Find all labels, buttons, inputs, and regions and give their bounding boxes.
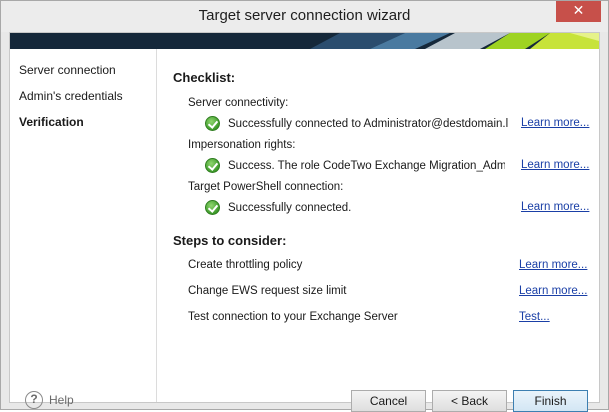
wizard-client-area: Server connection Admin's credentials Ve… xyxy=(9,32,600,412)
checklist-item-label: Target PowerShell connection: xyxy=(188,181,344,193)
help-link[interactable]: ? Help xyxy=(25,390,74,410)
success-check-icon xyxy=(205,200,220,215)
checklist-title: Checklist: xyxy=(173,70,236,85)
checklist-status-text: Successfully connected. xyxy=(228,201,352,214)
sidebar-item-verification[interactable]: Verification xyxy=(19,115,84,129)
header-banner xyxy=(10,33,599,49)
close-button[interactable]: ✕ xyxy=(556,1,601,22)
checklist-status-text: Success. The role CodeTwo Exchange Migra… xyxy=(228,159,505,172)
wizard-window: Target server connection wizard ✕ Server… xyxy=(0,0,609,412)
cancel-button[interactable]: Cancel xyxy=(351,390,426,412)
sidebar-item-admins-credentials[interactable]: Admin's credentials xyxy=(19,89,123,103)
checklist-item-label: Server connectivity: xyxy=(188,97,289,109)
sidebar-item-server-connection[interactable]: Server connection xyxy=(19,63,116,77)
step-label: Change EWS request size limit xyxy=(188,285,347,297)
banner-graphic xyxy=(10,33,599,49)
title-bar[interactable]: Target server connection wizard ✕ xyxy=(1,1,608,32)
sidebar: Server connection Admin's credentials Ve… xyxy=(10,49,157,409)
learn-more-link[interactable]: Learn more... xyxy=(519,259,587,271)
learn-more-link[interactable]: Learn more... xyxy=(519,285,587,297)
steps-title: Steps to consider: xyxy=(173,233,287,248)
learn-more-link[interactable]: Learn more... xyxy=(521,159,589,171)
window-title: Target server connection wizard xyxy=(198,7,411,24)
learn-more-link[interactable]: Learn more... xyxy=(521,117,589,129)
checklist-item-label: Impersonation rights: xyxy=(188,139,296,151)
test-connection-link[interactable]: Test... xyxy=(519,311,550,323)
success-check-icon xyxy=(205,116,220,131)
finish-button[interactable]: Finish xyxy=(513,390,588,412)
success-check-icon xyxy=(205,158,220,173)
close-icon: ✕ xyxy=(572,3,585,19)
checklist-status-row: Successfully connected. xyxy=(205,199,508,216)
checklist-status-text: Successfully connected to Administrator@… xyxy=(228,117,508,130)
help-label: Help xyxy=(49,393,74,407)
step-label: Test connection to your Exchange Server xyxy=(188,311,398,323)
main-panel: Checklist: Server connectivity: Successf… xyxy=(158,49,599,412)
checklist-status-row: Success. The role CodeTwo Exchange Migra… xyxy=(205,157,505,174)
learn-more-link[interactable]: Learn more... xyxy=(521,201,589,213)
help-icon: ? xyxy=(25,391,43,409)
back-button[interactable]: < Back xyxy=(432,390,507,412)
step-label: Create throttling policy xyxy=(188,259,303,271)
checklist-status-row: Successfully connected to Administrator@… xyxy=(205,115,508,132)
